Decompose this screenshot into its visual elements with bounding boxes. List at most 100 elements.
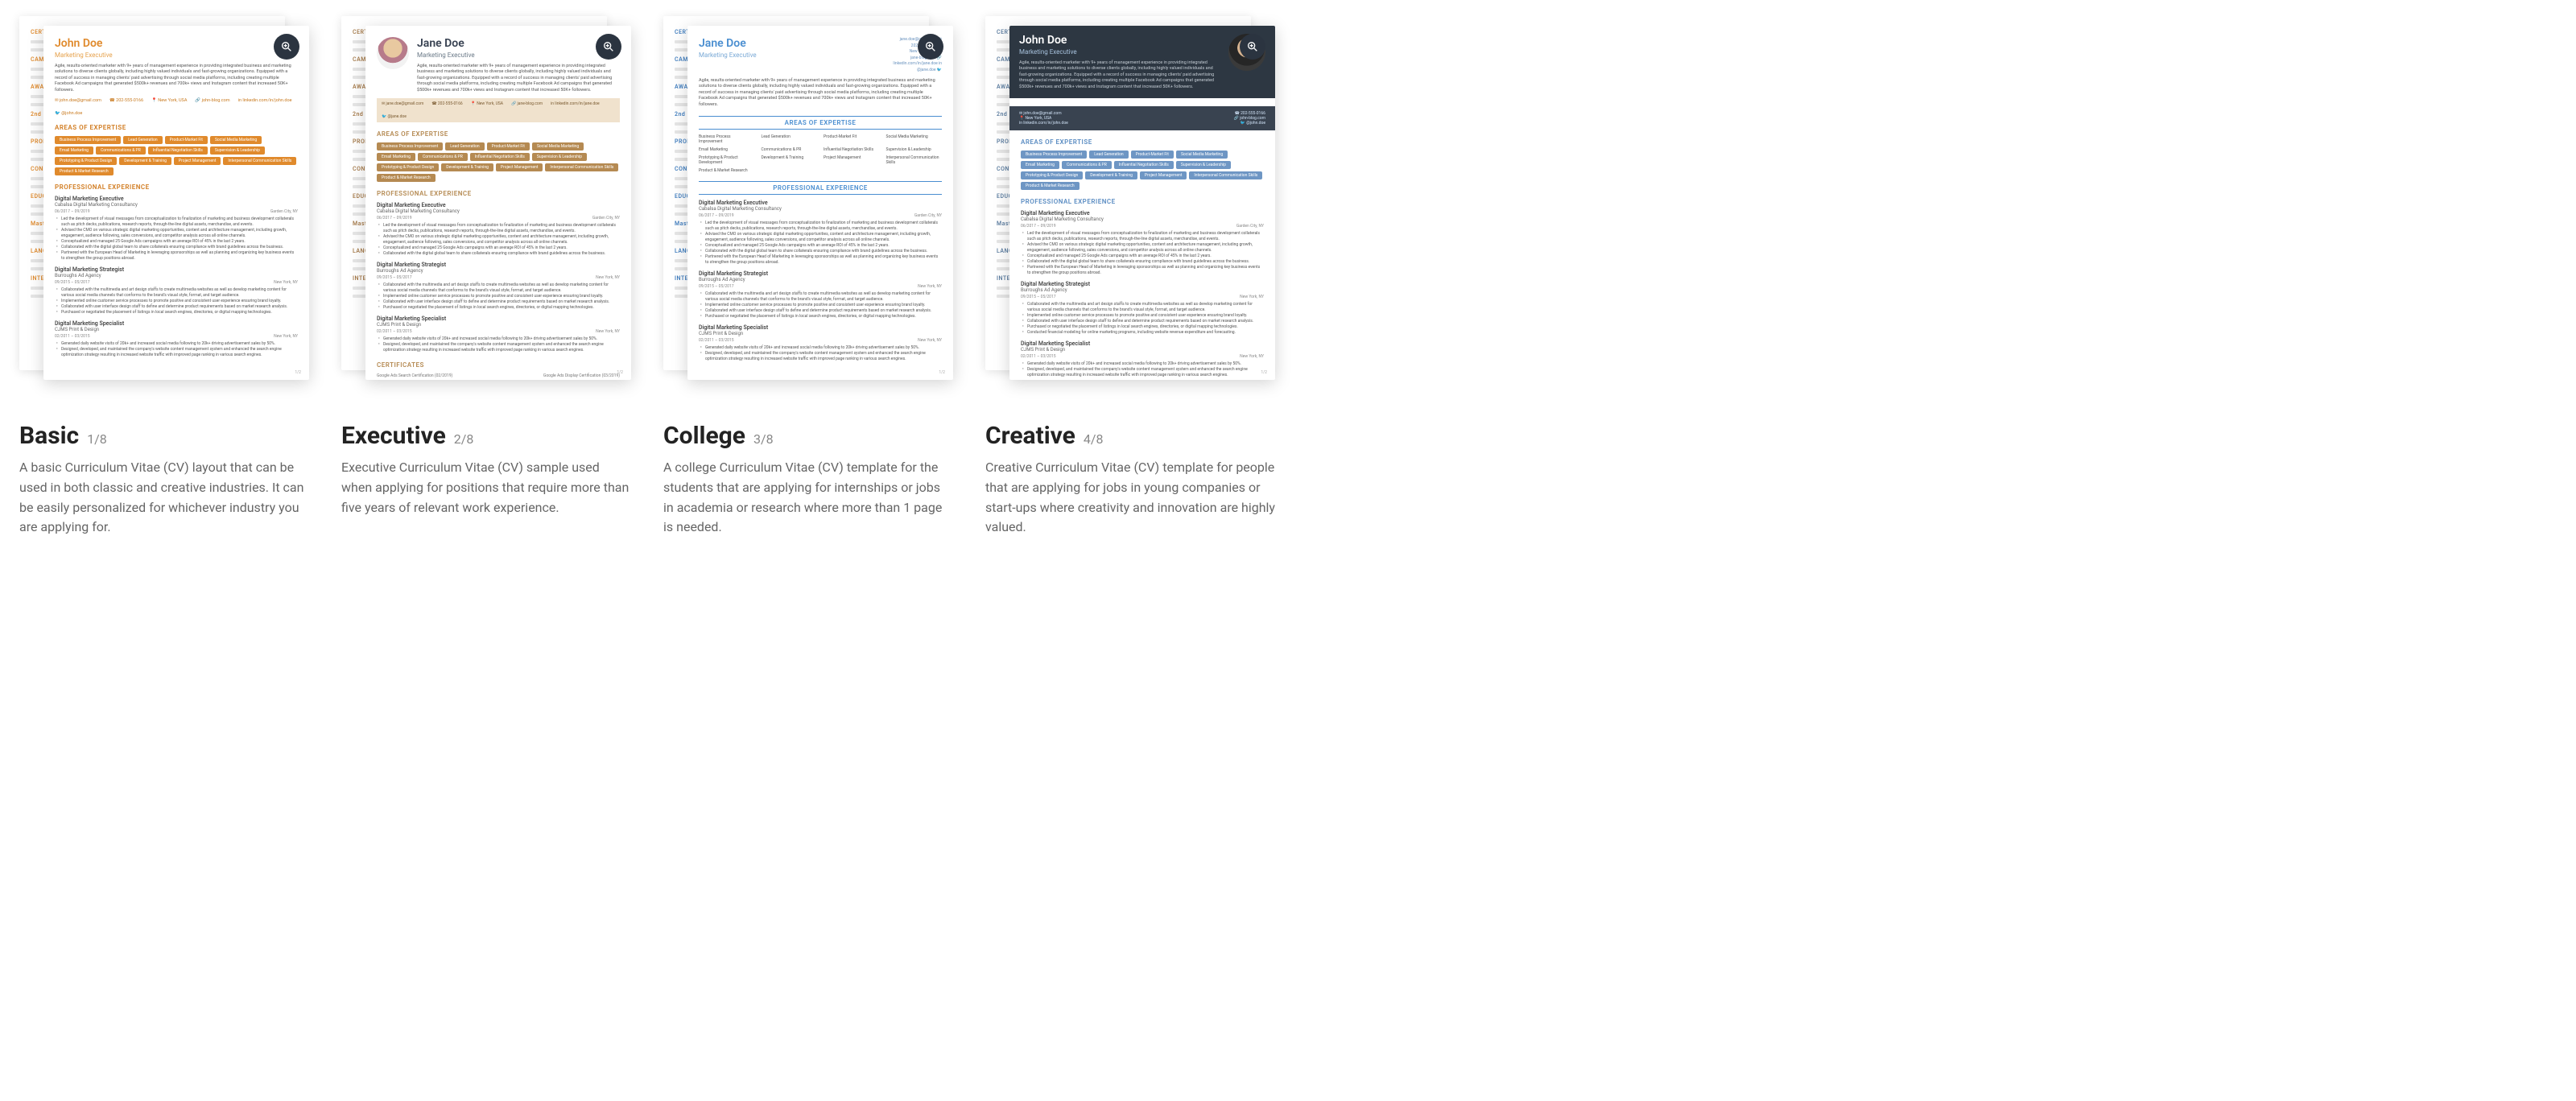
expertise-pill: Business Process Improvement <box>55 136 121 144</box>
template-description: A college Curriculum Vitae (CV) template… <box>663 458 953 538</box>
job-bullet: Partnered with the European Head of Mark… <box>1021 265 1264 276</box>
cv-page-front[interactable]: John Doe Marketing Executive Agile, resu… <box>1009 26 1275 380</box>
magnify-icon <box>602 40 615 53</box>
expertise-pill: Prototyping & Product Design <box>377 163 439 171</box>
expertise-pill: Influential Negotiation Skills <box>470 153 530 161</box>
expertise-item: Project Management <box>824 155 880 165</box>
job-bullet: Led the development of visual messages f… <box>55 216 298 228</box>
job-bullet: Conceptualized and managed 25 Google Ads… <box>55 239 298 245</box>
zoom-button[interactable] <box>274 34 299 60</box>
title-row: Executive 2/8 <box>341 422 631 450</box>
job-bullet: Purchased or negotiated the placement of… <box>55 310 298 315</box>
cv-role: Marketing Executive <box>699 52 757 59</box>
expertise-item: Email Marketing <box>699 147 755 152</box>
expertise-pill: Interpersonal Communication Skills <box>545 163 618 171</box>
expertise-pill: Supervision & Leadership <box>210 146 265 155</box>
template-count: 1/8 <box>87 431 107 447</box>
job-location: Garden City, NY <box>592 216 620 221</box>
cv-name: John Doe <box>1019 34 1220 47</box>
job-title: Digital Marketing Strategist <box>699 270 942 277</box>
template-description: A basic Curriculum Vitae (CV) layout tha… <box>19 458 309 538</box>
job-block: Digital Marketing Strategist Burroughs A… <box>699 270 942 320</box>
job-title: Digital Marketing Executive <box>377 202 620 208</box>
zoom-button[interactable] <box>596 34 621 60</box>
section-experience: PROFESSIONAL EXPERIENCE <box>699 181 942 195</box>
job-period: 09/2015 – 05/2017 <box>1021 295 1056 299</box>
template-title: Executive <box>341 422 446 450</box>
job-bullet: Conceptualized and managed 25 Google Ads… <box>699 243 942 249</box>
expertise-pill: Supervision & Leadership <box>532 153 587 161</box>
avatar <box>377 37 409 69</box>
expertise-pill: Project Management <box>496 163 543 171</box>
job-block: Digital Marketing Executive Cabalsa Digi… <box>377 202 620 257</box>
dark-header: John Doe Marketing Executive Agile, resu… <box>1009 26 1275 98</box>
job-location: New York, NY <box>918 338 942 343</box>
job-company: Cabalsa Digital Marketing Consultancy <box>55 202 298 208</box>
expertise-pill: Email Marketing <box>1021 161 1059 169</box>
expertise-pill: Product & Market Research <box>1021 182 1080 190</box>
expertise-pill: Development & Training <box>441 163 493 171</box>
job-bullet: Led the development of visual messages f… <box>699 221 942 232</box>
expertise-pill: Social Media Marketing <box>532 142 584 151</box>
expertise-pill: Project Management <box>1140 171 1187 179</box>
job-bullet: Collaborated with the multimedia and art… <box>55 287 298 299</box>
job-bullet: Designed, developed, and maintained the … <box>699 351 942 362</box>
template-title: Basic <box>19 422 79 450</box>
template-description: Executive Curriculum Vitae (CV) sample u… <box>341 458 631 518</box>
job-bullet: Collaborated with the multimedia and art… <box>699 291 942 303</box>
expertise-pills: Business Process ImprovementLead Generat… <box>377 142 620 182</box>
job-company: CJMS Print & Design <box>699 331 942 336</box>
expertise-pill: Supervision & Leadership <box>1176 161 1231 169</box>
contact-bar: ✉ jane.doe@gmail.com☎ 202-555-0166📍 New … <box>377 98 620 122</box>
preview-wrap: CERTIFICATES CAMPAIGNS AWARDS 2nd Runner… <box>341 16 631 402</box>
cv-name: John Doe <box>55 37 298 50</box>
page-number: 1/2 <box>617 370 623 375</box>
cv-name: Jane Doe <box>699 37 757 50</box>
job-period: 02/2011 – 03/2015 <box>55 334 90 339</box>
section-expertise: AREAS OF EXPERTISE <box>1021 138 1264 146</box>
job-title: Digital Marketing Specialist <box>699 324 942 331</box>
job-bullet: Generated daily website visits of 20k+ a… <box>699 345 942 351</box>
template-card-college: CERTIFICATES CAMPAIGNS AWARDS 2nd Runner… <box>663 16 953 538</box>
job-period: 06/2017 – 09/2019 <box>377 216 412 221</box>
section-experience: PROFESSIONAL EXPERIENCE <box>55 184 298 191</box>
preview-wrap: CERTIFICATES CAMPAIGNS AWARDS 2nd Runner… <box>985 16 1275 402</box>
expertise-pill: Development & Training <box>1085 171 1137 179</box>
job-bullet: Conceptualized and managed 25 Google Ads… <box>1021 254 1264 259</box>
template-count: 2/8 <box>454 431 474 447</box>
page-number: 1/2 <box>939 370 945 375</box>
job-bullet: Purchased or negotiated the placement of… <box>377 305 620 311</box>
job-location: Garden City, NY <box>1236 224 1264 229</box>
cv-page-front[interactable]: John Doe Marketing Executive Agile, resu… <box>43 26 309 380</box>
expertise-pill: Development & Training <box>119 157 171 165</box>
expertise-pill: Product & Market Research <box>377 174 436 182</box>
job-bullet: Advised the CMO on various strategic dig… <box>1021 242 1264 254</box>
job-company: Cabalsa Digital Marketing Consultancy <box>699 206 942 212</box>
job-bullet: Collaborated with the multimedia and art… <box>377 282 620 294</box>
cv-page-front[interactable]: Jane Doe Marketing Executive Agile, resu… <box>365 26 631 380</box>
cv-page-front[interactable]: Jane Doe Marketing Executive jane.doe@gm… <box>687 26 953 380</box>
job-location: New York, NY <box>1240 295 1264 299</box>
job-block: Digital Marketing Executive Cabalsa Digi… <box>699 200 942 266</box>
cv-summary: Agile, results-oriented marketer with 9+… <box>417 64 620 93</box>
section-certificates: CERTIFICATES <box>377 361 620 369</box>
section-expertise: AREAS OF EXPERTISE <box>55 124 298 131</box>
job-title: Digital Marketing Specialist <box>1021 340 1264 347</box>
job-period: 06/2017 – 09/2019 <box>1021 224 1056 229</box>
zoom-button[interactable] <box>918 34 943 60</box>
expertise-item: Social Media Marketing <box>886 134 943 144</box>
expertise-pill: Lead Generation <box>1089 151 1128 159</box>
job-bullet: Designed, developed, and maintained the … <box>55 347 298 358</box>
job-company: Burroughs Ad Agency <box>699 277 942 282</box>
section-experience: PROFESSIONAL EXPERIENCE <box>1021 198 1264 205</box>
page-number: 1/2 <box>1261 370 1267 375</box>
job-bullet: Generated daily website visits of 20k+ a… <box>377 336 620 342</box>
contact-bar: ✉ john.doe@gmail.com📍 New York, USAin li… <box>1009 106 1275 130</box>
job-block: Digital Marketing Strategist Burroughs A… <box>377 262 620 311</box>
expertise-pill: Prototyping & Product Design <box>1021 171 1083 179</box>
job-bullet: Conducted financial modeling for online … <box>1021 330 1264 336</box>
job-block: Digital Marketing Specialist CJMS Print … <box>1021 340 1264 378</box>
job-company: Burroughs Ad Agency <box>1021 287 1264 293</box>
zoom-button[interactable] <box>1240 34 1265 60</box>
job-title: Digital Marketing Executive <box>55 196 298 202</box>
